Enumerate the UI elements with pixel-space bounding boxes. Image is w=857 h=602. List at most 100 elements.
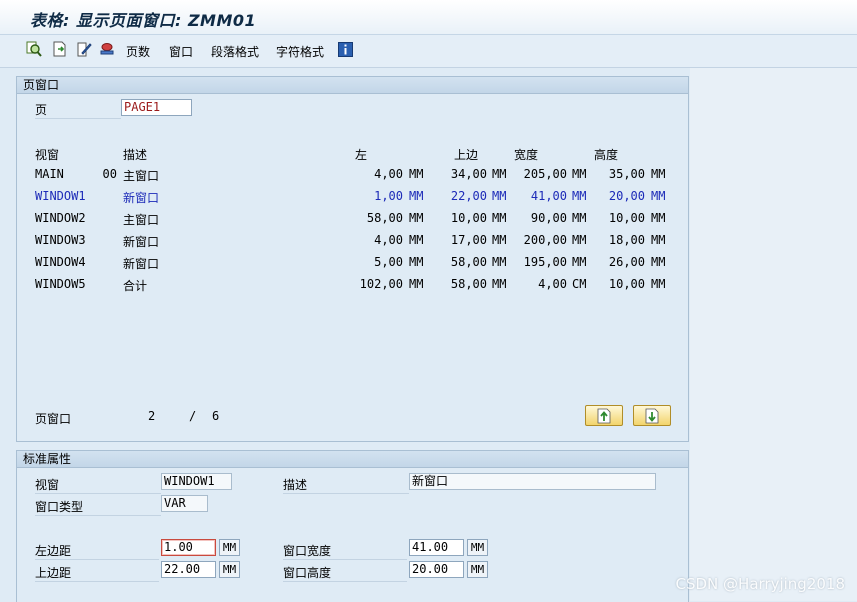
- cell-left: 4,00: [374, 167, 403, 181]
- cell-left: 102,00: [359, 277, 403, 291]
- cell-height: 10,00: [608, 277, 645, 291]
- cell-top: 17,00: [450, 233, 487, 247]
- cell-top: 22,00: [450, 189, 487, 203]
- cell-left: 4,00: [374, 233, 403, 247]
- cell-code: 00: [102, 167, 117, 181]
- csdn-watermark: CSDN @Harryjing2018: [675, 575, 846, 593]
- cell-left: 5,00: [374, 255, 403, 269]
- cell-window: WINDOW3: [35, 233, 86, 247]
- toolbar-item-character-formats[interactable]: 字符格式: [276, 43, 324, 60]
- cell-height: 18,00: [608, 233, 645, 247]
- cell-desc: 新窗口: [123, 257, 160, 271]
- left-margin-label: 左边距: [35, 542, 159, 560]
- cell-desc: 主窗口: [123, 213, 160, 227]
- title-bar: 表格: 显示页面窗口: ZMM01: [0, 0, 857, 35]
- cell-height: 20,00: [608, 189, 645, 203]
- current-entry-number: 2: [148, 409, 156, 423]
- window-height-unit[interactable]: MM: [467, 561, 488, 578]
- cell-top: 34,00: [450, 167, 487, 181]
- page-window-group-header: 页窗口: [17, 77, 688, 94]
- std-description-label: 描述: [283, 476, 409, 494]
- cell-desc: 新窗口: [123, 235, 160, 249]
- stamp-icon[interactable]: [99, 41, 115, 57]
- cell-width: 200,00: [523, 233, 567, 247]
- cell-top: 58,00: [450, 277, 487, 291]
- top-margin-unit[interactable]: MM: [219, 561, 240, 578]
- cell-height: 10,00: [608, 211, 645, 225]
- toolbar-item-pages[interactable]: 页数: [126, 43, 150, 60]
- forward-doc-icon[interactable]: [52, 41, 68, 57]
- left-margin-unit[interactable]: MM: [219, 539, 240, 556]
- cell-hu: MM: [651, 167, 666, 181]
- cell-height: 26,00: [608, 255, 645, 269]
- page-down-button[interactable]: [633, 405, 671, 426]
- page-window-group: 页窗口 页 PAGE1 视窗 描述 左 上边 宽度 高度 MAIN 00 主窗口 4,…: [16, 76, 689, 442]
- cell-width: 205,00: [523, 167, 567, 181]
- cell-window: WINDOW1: [35, 189, 86, 203]
- left-margin-input[interactable]: 1.00: [161, 539, 216, 556]
- col-header-left: 左: [355, 148, 368, 162]
- cell-width: 90,00: [530, 211, 567, 225]
- cell-top: 58,00: [450, 255, 487, 269]
- toolbar-item-windows[interactable]: 窗口: [169, 43, 193, 60]
- entry-separator: /: [189, 409, 197, 423]
- cell-left: 58,00: [366, 211, 403, 225]
- cell-window: WINDOW4: [35, 255, 86, 269]
- standard-attributes-header: 标准属性: [17, 451, 688, 468]
- cell-width: 195,00: [523, 255, 567, 269]
- cell-width: 4,00: [538, 277, 567, 291]
- col-header-window: 视窗: [35, 148, 60, 162]
- cell-desc: 合计: [123, 279, 148, 293]
- page-window-footer-label: 页窗口: [35, 412, 72, 426]
- window-type-field[interactable]: VAR: [161, 495, 208, 512]
- page-input[interactable]: PAGE1: [121, 99, 192, 116]
- right-empty-panel: [690, 68, 857, 601]
- table-row[interactable]: WINDOW4 新窗口 5,00 MM 58,00 MM 195,00 MM 26,00 MM: [17, 255, 687, 273]
- cell-top: 10,00: [450, 211, 487, 225]
- search-zoom-icon[interactable]: [26, 41, 42, 57]
- std-window-field[interactable]: WINDOW1: [161, 473, 232, 490]
- window-width-unit[interactable]: MM: [467, 539, 488, 556]
- application-toolbar: 页数 窗口 段落格式 字符格式: [0, 35, 857, 68]
- page-up-icon: [597, 408, 611, 424]
- cell-width: 41,00: [530, 189, 567, 203]
- cell-window: WINDOW2: [35, 211, 86, 225]
- page-down-icon: [645, 408, 659, 424]
- table-row[interactable]: WINDOW2 主窗口 58,00 MM 10,00 MM 90,00 MM 10,00 MM: [17, 211, 687, 229]
- table-row[interactable]: MAIN 00 主窗口 4,00 MM 34,00 MM 205,00 MM 35,00 MM: [17, 167, 687, 185]
- info-icon[interactable]: [338, 42, 353, 57]
- cell-desc: 主窗口: [123, 169, 160, 183]
- cell-hu: MM: [651, 255, 666, 269]
- std-description-field[interactable]: 新窗口: [409, 473, 656, 490]
- table-row[interactable]: WINDOW3 新窗口 4,00 MM 17,00 MM 200,00 MM 18,00 MM: [17, 233, 687, 251]
- col-header-height: 高度: [594, 148, 619, 162]
- window-height-label: 窗口高度: [283, 564, 407, 582]
- cell-hu: MM: [651, 233, 666, 247]
- cell-desc: 新窗口: [123, 191, 160, 205]
- col-header-width: 宽度: [514, 148, 539, 162]
- table-row[interactable]: WINDOW5 合计 102,00 MM 58,00 MM 4,00 CM 10,00 MM: [17, 277, 687, 295]
- page-up-button[interactable]: [585, 405, 623, 426]
- cell-hu: MM: [651, 189, 666, 203]
- col-header-top: 上边: [454, 148, 479, 162]
- std-window-label: 视窗: [35, 476, 161, 494]
- page-label: 页: [35, 101, 121, 119]
- table-row[interactable]: WINDOW1 新窗口 1,00 MM 22,00 MM 41,00 MM 20,00 MM: [17, 189, 687, 207]
- total-entries-number: 6: [212, 409, 220, 423]
- window-width-input[interactable]: 41.00: [409, 539, 464, 556]
- col-header-description: 描述: [123, 148, 148, 162]
- window-width-label: 窗口宽度: [283, 542, 407, 560]
- cell-window: WINDOW5: [35, 277, 86, 291]
- edit-pencil-icon[interactable]: [76, 41, 92, 57]
- top-margin-label: 上边距: [35, 564, 159, 582]
- window-type-label: 窗口类型: [35, 498, 161, 516]
- cell-left: 1,00: [374, 189, 403, 203]
- cell-hu: MM: [651, 211, 666, 225]
- toolbar-item-paragraph-formats[interactable]: 段落格式: [211, 43, 259, 60]
- cell-height: 35,00: [608, 167, 645, 181]
- top-margin-input[interactable]: 22.00: [161, 561, 216, 578]
- cell-hu: MM: [651, 277, 666, 291]
- standard-attributes-group: 标准属性 视窗 WINDOW1 描述 新窗口 窗口类型 VAR 左边距 1.00…: [16, 450, 689, 602]
- window-height-input[interactable]: 20.00: [409, 561, 464, 578]
- window-title: 表格: 显示页面窗口: ZMM01: [30, 11, 257, 30]
